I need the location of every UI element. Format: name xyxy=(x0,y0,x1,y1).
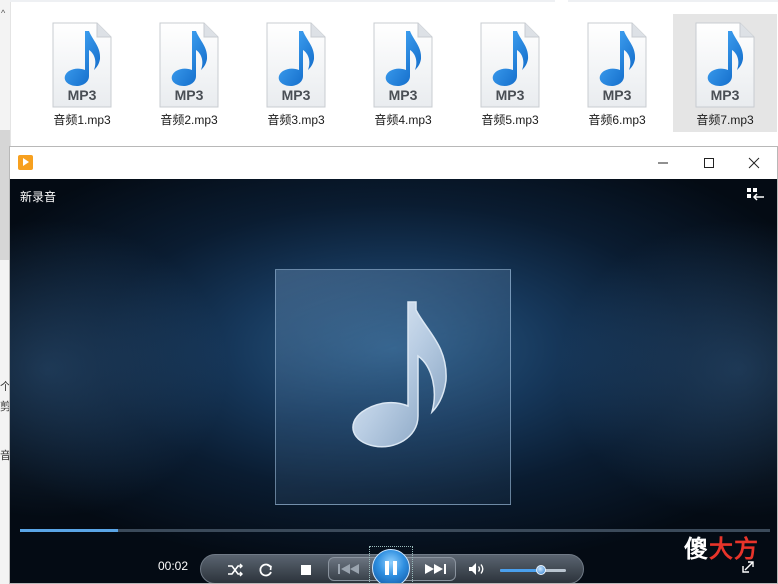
mp3-file-icon: MP3 xyxy=(587,22,647,108)
speaker-icon xyxy=(469,563,484,575)
playback-controls: 00:02 xyxy=(10,533,777,583)
minimize-button[interactable] xyxy=(640,147,686,179)
file-item[interactable]: MP3 音频3.mp3 xyxy=(244,14,348,132)
file-item[interactable]: MP3 音频5.mp3 xyxy=(458,14,562,132)
file-type-label: MP3 xyxy=(711,87,740,103)
seek-bar-progress xyxy=(20,529,118,532)
file-item[interactable]: MP3 音频6.mp3 xyxy=(565,14,669,132)
media-player-window: 新录音 00:02 xyxy=(9,146,778,584)
file-item[interactable]: MP3 音频1.mp3 xyxy=(30,14,134,132)
background-glow xyxy=(557,219,777,519)
scroll-up-icon[interactable]: ^ xyxy=(1,8,5,18)
next-icon xyxy=(425,564,446,574)
music-note-icon xyxy=(352,301,447,448)
volume-slider[interactable] xyxy=(500,565,566,575)
stop-icon xyxy=(301,565,311,575)
file-name: 音频6.mp3 xyxy=(588,113,646,127)
file-type-label: MP3 xyxy=(175,87,204,103)
file-type-label: MP3 xyxy=(389,87,418,103)
previous-button[interactable] xyxy=(334,560,364,578)
maximize-button[interactable] xyxy=(686,147,732,179)
file-name: 音频1.mp3 xyxy=(53,113,111,127)
media-player-icon xyxy=(18,155,33,170)
file-name: 音频5.mp3 xyxy=(481,113,539,127)
mp3-file-icon: MP3 xyxy=(480,22,540,108)
minimize-icon xyxy=(658,162,668,164)
explorer-header-strip xyxy=(568,0,778,2)
seek-bar[interactable] xyxy=(20,529,770,532)
title-bar[interactable] xyxy=(10,147,777,179)
file-type-label: MP3 xyxy=(282,87,311,103)
explorer-header-strip xyxy=(10,0,555,2)
repeat-button[interactable] xyxy=(256,561,276,579)
close-button[interactable] xyxy=(731,147,777,179)
volume-thumb[interactable] xyxy=(535,565,546,575)
file-item[interactable]: MP3 音频4.mp3 xyxy=(351,14,455,132)
watermark-text-2: 大方 xyxy=(709,535,759,563)
file-item[interactable]: MP3 音频2.mp3 xyxy=(137,14,241,132)
mp3-file-icon: MP3 xyxy=(52,22,112,108)
mp3-file-icon: MP3 xyxy=(266,22,326,108)
watermark-text-1: 傻 xyxy=(684,535,709,563)
now-playing-title: 新录音 xyxy=(20,190,57,204)
switch-to-library-icon[interactable] xyxy=(747,188,765,202)
watermark-logo: 傻大方 xyxy=(684,529,759,564)
file-type-label: MP3 xyxy=(68,87,97,103)
previous-icon xyxy=(338,564,359,574)
maximize-icon xyxy=(704,158,714,168)
current-time: 00:02 xyxy=(158,559,189,573)
mp3-file-icon: MP3 xyxy=(159,22,219,108)
now-playing-area[interactable]: 新录音 00:02 xyxy=(10,179,777,583)
mp3-file-icon: MP3 xyxy=(373,22,433,108)
pause-icon xyxy=(385,561,397,575)
close-icon xyxy=(748,157,760,169)
file-item[interactable]: MP3 音频7.mp3 xyxy=(673,14,777,132)
file-name: 音频3.mp3 xyxy=(267,113,325,127)
background-glow xyxy=(10,219,230,519)
stop-button[interactable] xyxy=(296,561,316,579)
file-name: 音频4.mp3 xyxy=(374,113,432,127)
repeat-icon xyxy=(259,563,272,577)
file-type-label: MP3 xyxy=(496,87,525,103)
pause-button[interactable] xyxy=(372,549,410,583)
next-button[interactable] xyxy=(420,560,450,578)
shuffle-icon xyxy=(228,563,243,577)
album-art xyxy=(275,269,511,505)
mute-button[interactable] xyxy=(466,560,488,578)
file-name: 音频2.mp3 xyxy=(160,113,218,127)
file-type-label: MP3 xyxy=(603,87,632,103)
shuffle-button[interactable] xyxy=(225,561,245,579)
mp3-file-icon: MP3 xyxy=(695,22,755,108)
volume-level xyxy=(500,569,541,572)
file-name: 音频7.mp3 xyxy=(696,113,754,127)
